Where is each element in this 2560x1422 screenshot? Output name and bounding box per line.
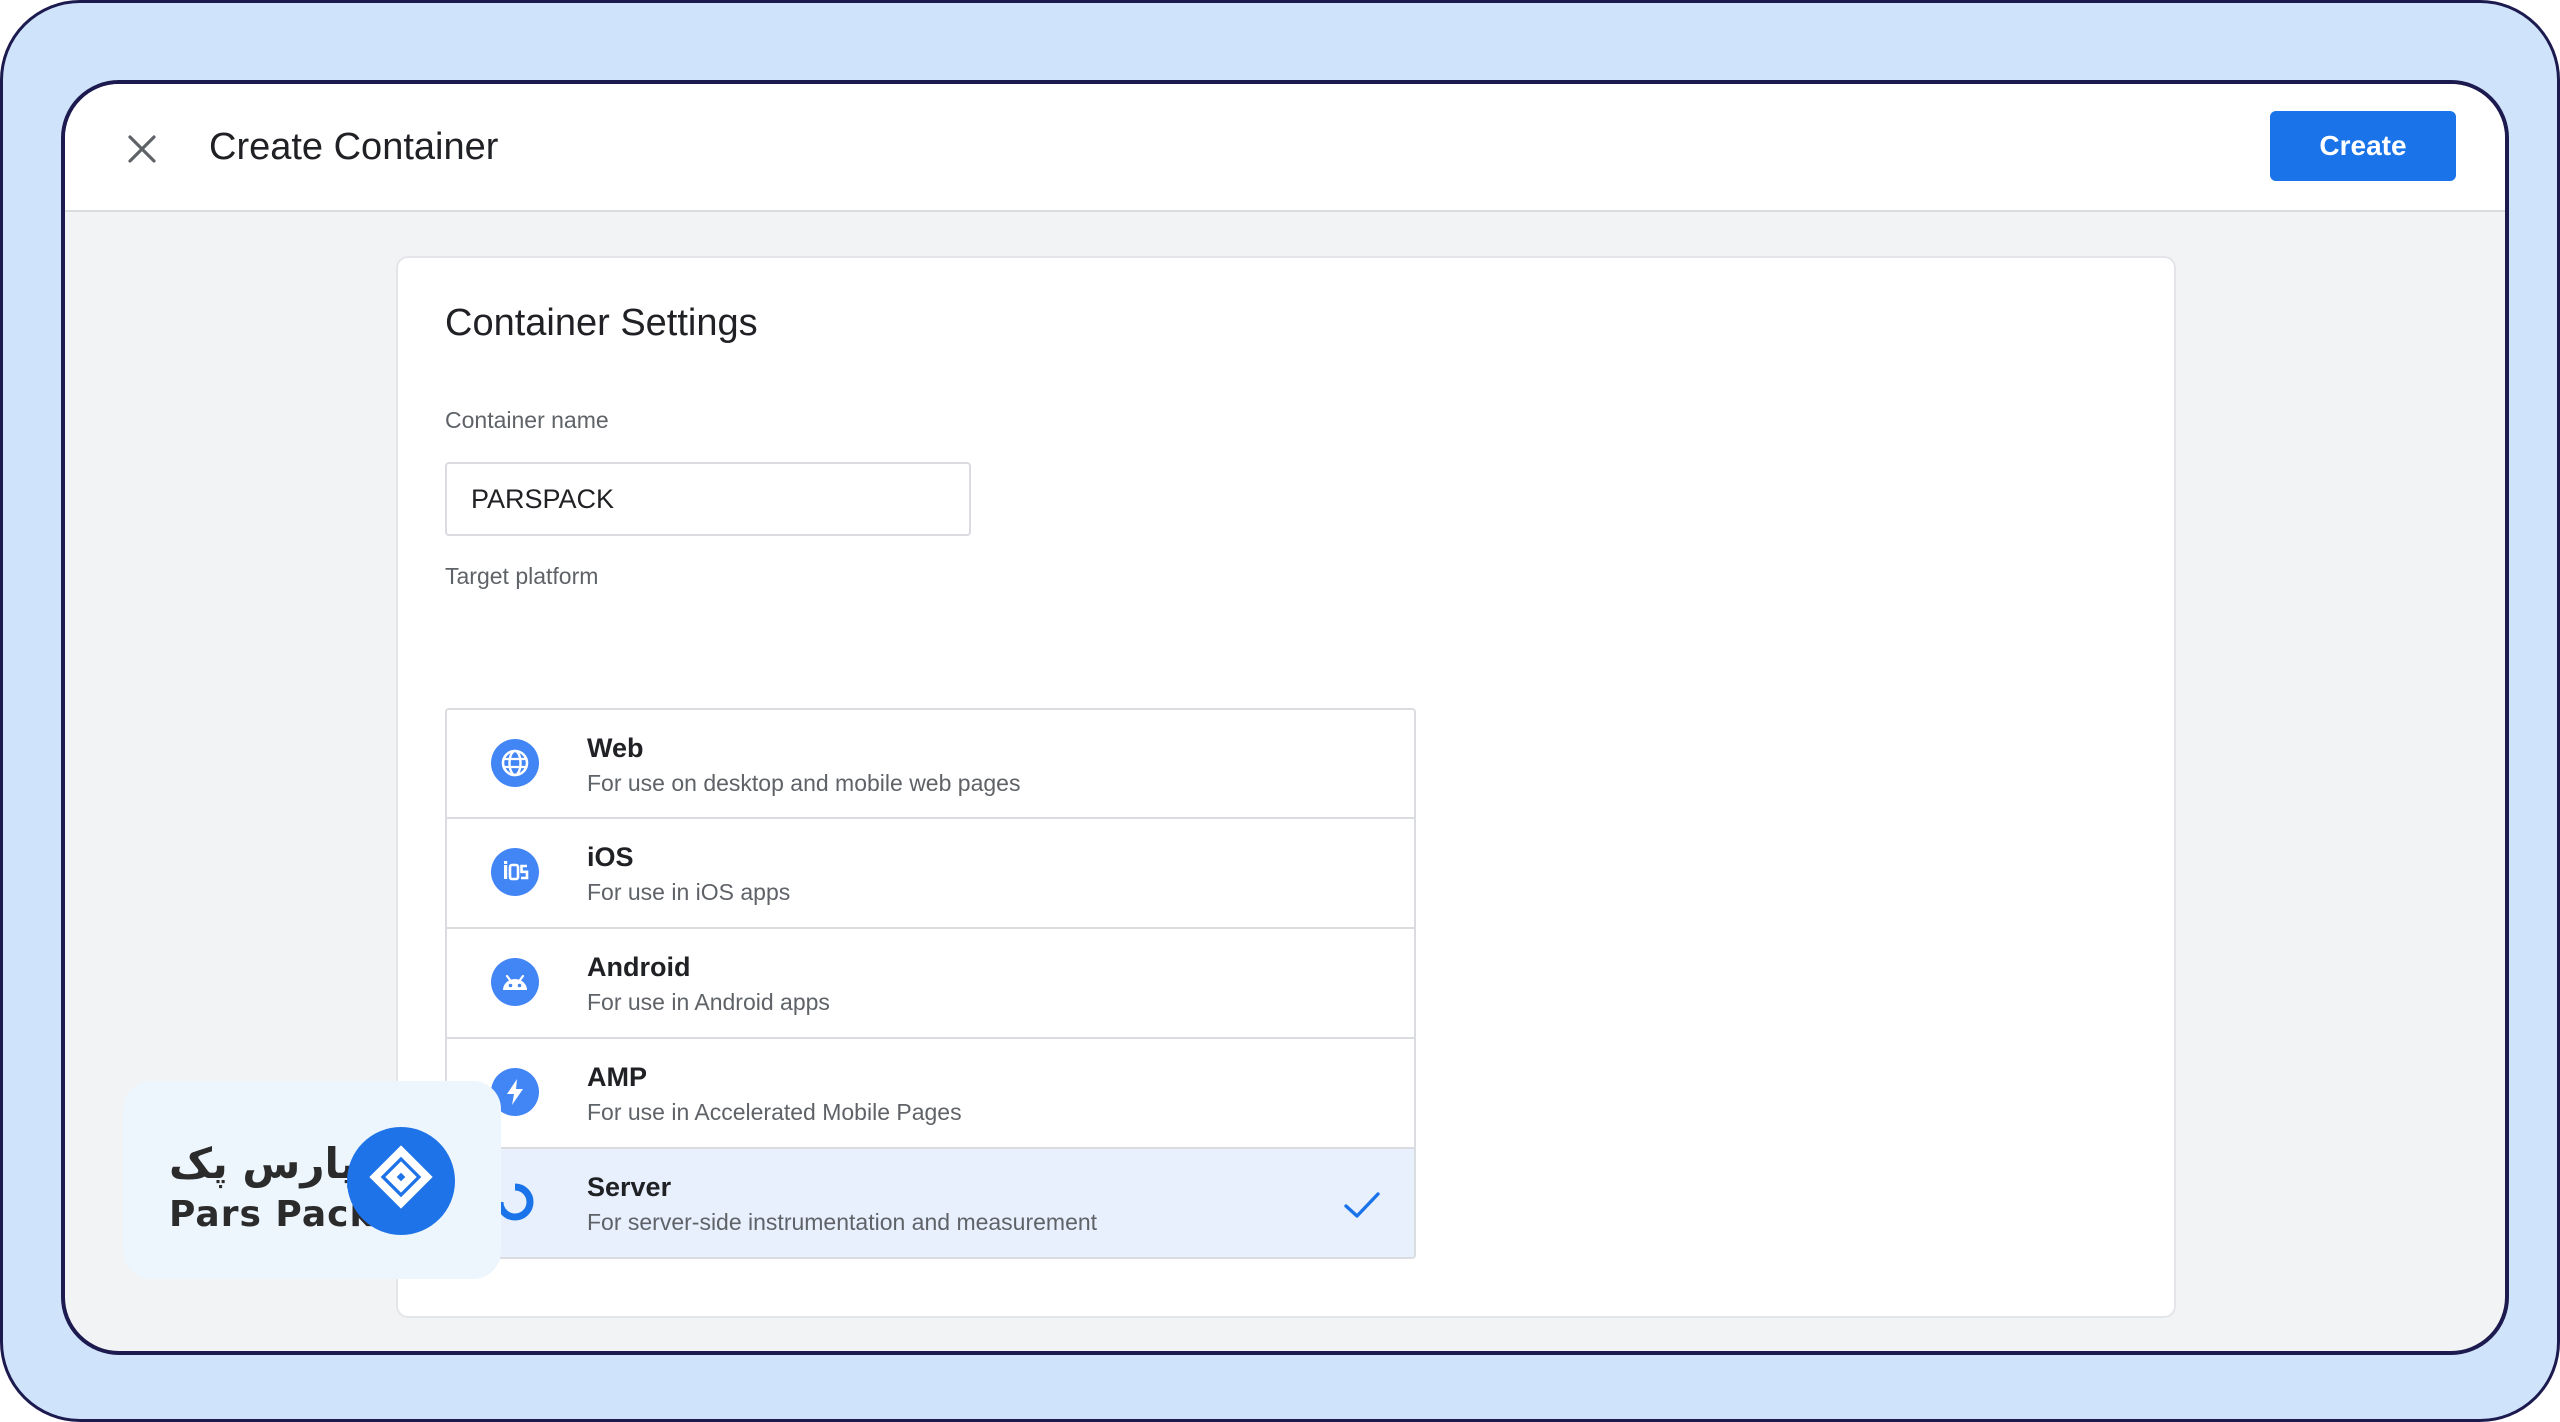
brand-name-fa: پارس پک [169,1139,357,1188]
dialog-title: Create Container [209,126,499,168]
platform-name: iOS [587,842,634,872]
platform-option-android[interactable]: Android For use in Android apps [447,927,1414,1037]
settings-heading: Container Settings [445,302,758,344]
platform-name: AMP [587,1062,647,1092]
android-icon [491,958,539,1006]
container-settings-card: Container Settings Container name Target… [396,256,2176,1318]
platform-description: For use in Android apps [587,989,830,1015]
container-name-input[interactable] [445,462,971,536]
globe-icon [491,739,539,787]
target-platform-label: Target platform [445,563,599,589]
platform-description: For server-side instrumentation and meas… [587,1209,1098,1235]
parspack-watermark: پارس پک Pars Pack [123,1081,501,1279]
platform-name: Server [587,1172,672,1202]
platform-list: Web For use on desktop and mobile web pa… [445,708,1416,1259]
platform-option-amp[interactable]: AMP For use in Accelerated Mobile Pages [447,1037,1414,1147]
platform-description: For use in Accelerated Mobile Pages [587,1099,962,1125]
close-icon [128,135,156,163]
ios-icon [491,848,539,896]
checkmark-icon [1344,1192,1380,1218]
platform-description: For use on desktop and mobile web pages [587,770,1021,796]
platform-option-web[interactable]: Web For use on desktop and mobile web pa… [447,710,1414,817]
parspack-logo-icon [347,1127,455,1235]
platform-option-ios[interactable]: iOS For use in iOS apps [447,817,1414,927]
platform-option-server[interactable]: Server For server-side instrumentation a… [447,1147,1414,1257]
close-button[interactable] [120,127,164,171]
platform-description: For use in iOS apps [587,879,791,905]
platform-name: Web [587,733,644,763]
dialog-header: Create Container Create [65,84,2505,212]
create-button[interactable]: Create [2270,111,2456,181]
platform-name: Android [587,952,691,982]
container-name-label: Container name [445,407,609,433]
brand-name-en: Pars Pack [169,1194,375,1235]
